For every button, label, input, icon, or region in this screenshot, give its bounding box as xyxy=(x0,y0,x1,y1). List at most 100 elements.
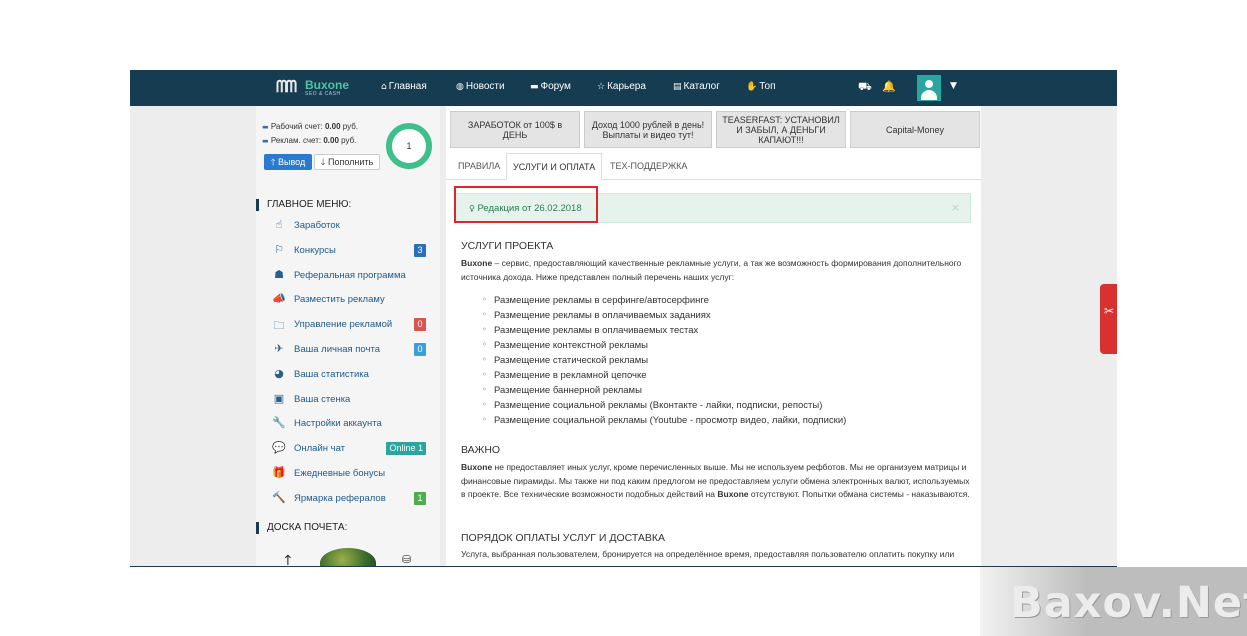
sidebar-item-label: Настройки аккаунта xyxy=(294,418,382,430)
honor-avatar[interactable] xyxy=(320,548,376,566)
wallet-icon: ▬ xyxy=(262,123,269,131)
arrow-up-icon: 🡑 xyxy=(270,157,276,167)
tab-services[interactable]: УСЛУГИ И ОПЛАТА xyxy=(506,153,603,180)
nav-news[interactable]: ◍ Новости xyxy=(456,81,505,92)
ad-text: TEASERFAST: УСТАНОВИЛ И ЗАБЫЛ, А ДЕНЬГИ … xyxy=(722,114,840,145)
nav-label: Главная xyxy=(388,81,427,92)
section-title-payment: ПОРЯДОК ОПЛАТЫ УСЛУГ И ДОСТАВКА xyxy=(461,532,666,544)
pointer-icon: ☝ xyxy=(275,218,283,231)
payment-text: Услуга, выбранная пользователем, брониру… xyxy=(461,549,955,559)
sidebar-item-9[interactable]: 💬 Онлайн чат Online 1 xyxy=(272,440,432,458)
list-item: Размещение рекламы в оплачиваемых тестах xyxy=(482,325,698,336)
ad-banner-4[interactable]: Capital-Money xyxy=(850,111,980,148)
withdraw-label: Вывод xyxy=(277,157,306,167)
nav-home[interactable]: ⌂ Главная xyxy=(381,81,427,92)
sidebar-item-2[interactable]: ☗ Реферальная программа xyxy=(272,267,432,285)
sidebar: ▬ Рабочий счет: 0.00 руб. ▬ Реклам. счет… xyxy=(256,106,440,566)
topup-button[interactable]: 🡓 Пополнить xyxy=(314,154,380,170)
ad-banner-1[interactable]: ЗАРАБОТОК от 100$ в ДЕНЬ xyxy=(450,111,580,148)
list-item: Размещение контекстной рекламы xyxy=(482,340,648,351)
sidebar-item-5[interactable]: ✈ Ваша личная почта 0 xyxy=(272,341,432,359)
nav-label: Новости xyxy=(465,81,505,92)
scissors-icon: ✂ xyxy=(1104,304,1115,318)
sidebar-item-3[interactable]: 📣 Разместить рекламу xyxy=(272,291,432,309)
side-widget-tab[interactable]: ✂ xyxy=(1100,284,1117,354)
browser-viewport: ᗰᗰ Buxone SEO & CASH ⌂ Главная ◍ Новости ▬… xyxy=(130,70,1117,567)
brand-name: Buxone xyxy=(717,489,749,499)
main-menu-title: ГЛАВНОЕ МЕНЮ: xyxy=(256,199,351,211)
site-logo[interactable]: ᗰᗰ Buxone SEO & CASH xyxy=(276,77,356,99)
withdraw-button[interactable]: 🡑 Вывод xyxy=(264,154,312,170)
list-item: Размещение рекламы в серфинге/автосерфин… xyxy=(482,295,709,306)
level-ring: 1 xyxy=(386,123,432,169)
sidebar-item-label: Ваша статистика xyxy=(294,368,369,380)
highlight-box xyxy=(454,186,598,223)
globe-icon: ◍ xyxy=(456,82,464,92)
star-icon: ☆ xyxy=(597,82,606,92)
list-item: Размещение социальной рекламы (Вконтакте… xyxy=(482,400,822,411)
megaphone-icon: 📣 xyxy=(272,292,286,306)
ad-balance-value: 0.00 xyxy=(323,136,339,145)
sidebar-item-4[interactable]: 🗀 Управление рекламой 0 xyxy=(272,316,432,334)
sidebar-item-6[interactable]: ◕ Ваша статистика xyxy=(272,366,432,384)
important-text: Buxone не предоставляет иных услуг, кром… xyxy=(461,461,971,502)
brand-name: Buxone xyxy=(461,258,493,268)
bell-icon[interactable]: 🔔 xyxy=(882,80,896,93)
wrench-icon: 🔧 xyxy=(272,416,286,430)
close-icon[interactable]: × xyxy=(951,201,960,214)
nav-top[interactable]: ✋ Топ xyxy=(746,81,776,92)
basket-icon[interactable]: ⛟ xyxy=(858,80,872,95)
sidebar-item-8[interactable]: 🔧 Настройки аккаунта xyxy=(272,415,432,433)
list-icon: ▤ xyxy=(673,82,682,92)
nav-label: Карьера xyxy=(607,81,646,92)
nav-forum[interactable]: ▬ Форум xyxy=(530,81,571,92)
sidebar-item-label: Ежедневные бонусы xyxy=(294,468,386,479)
watermark: Baxov.Net xyxy=(1010,578,1247,628)
list-item: Размещение баннерной рекламы xyxy=(482,385,642,396)
section-title-services: УСЛУГИ ПРОЕКТА xyxy=(461,240,554,252)
send-icon: ✈ xyxy=(274,342,284,355)
work-balance-label: Рабочий счет: xyxy=(270,122,323,131)
ad-banner-3[interactable]: TEASERFAST: УСТАНОВИЛ И ЗАБЫЛ, А ДЕНЬГИ … xyxy=(716,111,846,148)
list-item: Размещение рекламы в оплачиваемых задани… xyxy=(482,310,711,321)
sidebar-item-1[interactable]: ⚐ Конкурсы 3 xyxy=(272,242,432,260)
list-item: Размещение социальной рекламы (Youtube -… xyxy=(482,415,846,426)
tab-rules[interactable]: ПРАВИЛА xyxy=(452,153,506,180)
top-navbar: ᗰᗰ Buxone SEO & CASH ⌂ Главная ◍ Новости ▬… xyxy=(130,70,1117,106)
sidebar-item-10[interactable]: 🎁 Ежедневные бонусы xyxy=(272,465,432,483)
honor-board-title: ДОСКА ПОЧЕТА: xyxy=(256,522,347,534)
sidebar-item-0[interactable]: ☝ Заработок xyxy=(272,217,432,235)
brand-name: Buxone xyxy=(461,462,493,472)
sidebar-item-label: Ярмарка рефералов xyxy=(294,492,386,504)
nav-career[interactable]: ☆ Карьера xyxy=(597,81,646,92)
count-badge: 0 xyxy=(414,343,426,356)
sidebar-item-7[interactable]: ▣ Ваша стенка xyxy=(272,391,432,409)
nav-catalog[interactable]: ▤ Каталог xyxy=(673,81,720,92)
logo-mark-icon: ᗰᗰ xyxy=(276,77,297,96)
gavel-icon: 🔨 xyxy=(272,490,286,504)
sidebar-item-11[interactable]: 🔨 Ярмарка рефералов 1 xyxy=(272,490,432,508)
list-item: Размещение статической рекламы xyxy=(482,355,648,366)
folder-icon: 🗀 xyxy=(273,319,285,333)
work-balance-value: 0.00 xyxy=(324,122,341,131)
count-badge: 3 xyxy=(414,243,426,257)
tab-support[interactable]: ТЕХ-ПОДДЕРЖКА xyxy=(604,153,693,180)
list-item: Размещение в рекламной цепочке xyxy=(482,370,646,381)
comment-icon: ▬ xyxy=(530,82,539,92)
ad-balance: ▬ Реклам. счет: 0.00 руб. xyxy=(262,136,356,145)
sidebar-item-label: Заработок xyxy=(294,220,340,231)
sidebar-item-label: Ваша личная почта xyxy=(294,344,380,355)
sidebar-item-label: Онлайн чат xyxy=(294,443,346,455)
avatar[interactable] xyxy=(917,75,941,101)
sidebar-item-label: Реферальная программа xyxy=(294,269,406,281)
sidebar-item-label: Управление рекламой xyxy=(294,319,393,331)
chevron-down-icon[interactable]: ▼ xyxy=(950,81,957,91)
ad-text: Capital-Money xyxy=(885,124,945,135)
arrow-down-icon: 🡓 xyxy=(320,157,326,167)
content-tabs: ПРАВИЛА УСЛУГИ И ОПЛАТА ТЕХ-ПОДДЕРЖКА xyxy=(446,153,981,180)
description-text: – сервис, предоставляющий качественные р… xyxy=(461,258,962,282)
nav-label: Каталог xyxy=(683,81,720,92)
cart-icon: ▬ xyxy=(262,137,269,145)
ad-banner-2[interactable]: Доход 1000 рублей в день! Выплаты и виде… xyxy=(584,111,712,148)
logo-name: Buxone xyxy=(305,78,350,92)
